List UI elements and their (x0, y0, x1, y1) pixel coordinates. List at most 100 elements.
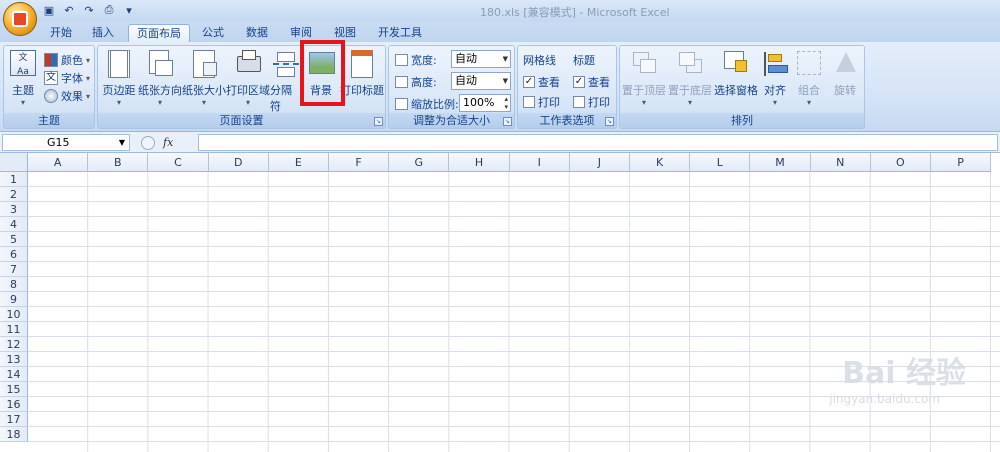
row-header-17[interactable]: 17 (0, 412, 28, 427)
column-header-N[interactable]: N (810, 153, 871, 172)
effects-label: 效果 (61, 90, 83, 103)
width-select[interactable]: 自动 ▼ (451, 50, 511, 68)
cell-area[interactable] (28, 172, 1000, 452)
row-header-18[interactable]: 18 (0, 427, 28, 442)
row-header-6[interactable]: 6 (0, 247, 28, 262)
row-header-9[interactable]: 9 (0, 292, 28, 307)
colors-button[interactable]: 颜色 ▾ (44, 52, 90, 68)
select-all-corner[interactable] (0, 153, 28, 172)
spin-arrows-icon[interactable]: ▴ ▾ (504, 95, 508, 111)
column-header-O[interactable]: O (870, 153, 931, 172)
formula-controls: fx (137, 134, 195, 151)
office-button[interactable] (3, 2, 37, 36)
redo-icon[interactable]: ↷ (82, 3, 96, 17)
column-header-C[interactable]: C (148, 153, 209, 172)
column-header-M[interactable]: M (750, 153, 811, 172)
paper-size-icon (189, 48, 219, 80)
themes-dropdown-icon: ▾ (20, 98, 25, 107)
row-header-12[interactable]: 12 (0, 337, 28, 352)
headings-print-checkbox[interactable]: 打印 (573, 94, 610, 110)
scale-launcher-icon[interactable]: ↘ (503, 117, 512, 126)
column-header-F[interactable]: F (329, 153, 390, 172)
row-header-3[interactable]: 3 (0, 202, 28, 217)
gridlines-view-checkbox[interactable]: ✓ 查看 (523, 74, 560, 90)
row-header-14[interactable]: 14 (0, 367, 28, 382)
gridlines-print-checkbox[interactable]: 打印 (523, 94, 560, 110)
insert-function-icon[interactable]: fx (163, 136, 173, 149)
width-row: 宽度: (395, 52, 437, 68)
width-icon (395, 54, 408, 66)
row-header-1[interactable]: 1 (0, 172, 28, 187)
row-header-15[interactable]: 15 (0, 382, 28, 397)
group-label-themes: 主题 (4, 113, 94, 128)
height-select[interactable]: 自动 ▼ (451, 72, 511, 90)
height-value: 自动 (455, 74, 477, 87)
print-preview-icon[interactable]: ⎙ (102, 3, 116, 17)
column-header-H[interactable]: H (449, 153, 510, 172)
headings-view-checkbox[interactable]: ✓ 查看 (573, 74, 610, 90)
orientation-button[interactable]: 纸张方向 ▾ (138, 48, 182, 107)
row-header-11[interactable]: 11 (0, 322, 28, 337)
row-header-4[interactable]: 4 (0, 217, 28, 232)
column-header-K[interactable]: K (630, 153, 691, 172)
name-box[interactable]: G15 ▼ (2, 134, 130, 151)
print-titles-button[interactable]: 打印标题 (340, 48, 384, 98)
tab-page-layout[interactable]: 页面布局 (128, 24, 190, 42)
tab-insert[interactable]: 插入 (84, 24, 122, 42)
breaks-icon (271, 48, 301, 80)
headings-print-label: 打印 (588, 96, 610, 109)
gridlines-print-label: 打印 (538, 96, 560, 109)
row-header-8[interactable]: 8 (0, 277, 28, 292)
effects-icon (44, 89, 58, 103)
save-icon[interactable]: ▣ (42, 3, 56, 17)
tab-home[interactable]: 开始 (42, 24, 80, 42)
row-header-2[interactable]: 2 (0, 187, 28, 202)
gridlines-view-label: 查看 (538, 76, 560, 89)
margins-button[interactable]: 页边距 ▾ (100, 48, 138, 107)
send-back-label: 置于底层 (668, 84, 712, 97)
breaks-button[interactable]: 分隔符 ▾ (270, 48, 302, 123)
undo-icon[interactable]: ↶ (62, 3, 76, 17)
scale-stepper[interactable]: 100% ▴ ▾ (459, 94, 511, 112)
row-header-16[interactable]: 16 (0, 397, 28, 412)
column-header-P[interactable]: P (931, 153, 992, 172)
tab-developer[interactable]: 开发工具 (370, 24, 430, 42)
print-area-button[interactable]: 打印区域 ▾ (226, 48, 270, 107)
align-button[interactable]: 对齐 ▾ (760, 48, 790, 107)
sheet-options-launcher-icon[interactable]: ↘ (605, 117, 614, 126)
bring-front-button[interactable]: 置于顶层 ▾ (622, 48, 666, 107)
effects-button[interactable]: 效果 ▾ (44, 88, 90, 104)
cancel-circle-icon[interactable] (141, 135, 155, 150)
row-header-10[interactable]: 10 (0, 307, 28, 322)
formula-input[interactable] (198, 134, 998, 151)
customize-qat-icon[interactable]: ▾ (122, 3, 136, 17)
themes-button[interactable]: 文 Aa 主题 ▾ (8, 48, 38, 107)
row-header-5[interactable]: 5 (0, 232, 28, 247)
column-header-L[interactable]: L (690, 153, 751, 172)
rotate-button[interactable]: 旋转 (830, 48, 860, 98)
column-header-I[interactable]: I (509, 153, 570, 172)
tab-data[interactable]: 数据 (238, 24, 276, 42)
chevron-down-icon[interactable]: ▼ (119, 135, 125, 150)
print-titles-label: 打印标题 (340, 84, 384, 97)
group-button[interactable]: 组合 ▾ (794, 48, 824, 107)
tab-formulas[interactable]: 公式 (194, 24, 232, 42)
column-header-J[interactable]: J (569, 153, 630, 172)
column-header-E[interactable]: E (268, 153, 329, 172)
column-header-D[interactable]: D (208, 153, 269, 172)
column-header-A[interactable]: A (28, 153, 89, 172)
themes-icon: 文 Aa (8, 48, 38, 80)
width-label: 宽度: (411, 54, 437, 67)
page-setup-launcher-icon[interactable]: ↘ (374, 117, 383, 126)
send-back-button[interactable]: 置于底层 ▾ (668, 48, 712, 107)
column-header-B[interactable]: B (88, 153, 149, 172)
row-header-13[interactable]: 13 (0, 352, 28, 367)
selection-pane-button[interactable]: 选择窗格 (714, 48, 758, 98)
column-header-G[interactable]: G (389, 153, 450, 172)
fonts-button[interactable]: 文 字体 ▾ (44, 70, 90, 86)
row-header-7[interactable]: 7 (0, 262, 28, 277)
size-button[interactable]: 纸张大小 ▾ (182, 48, 226, 107)
orientation-icon (145, 48, 175, 80)
scale-icon (395, 98, 408, 110)
title-bar: ▣ ↶ ↷ ⎙ ▾ 180.xls [兼容模式] - Microsoft Exc… (0, 0, 1000, 22)
